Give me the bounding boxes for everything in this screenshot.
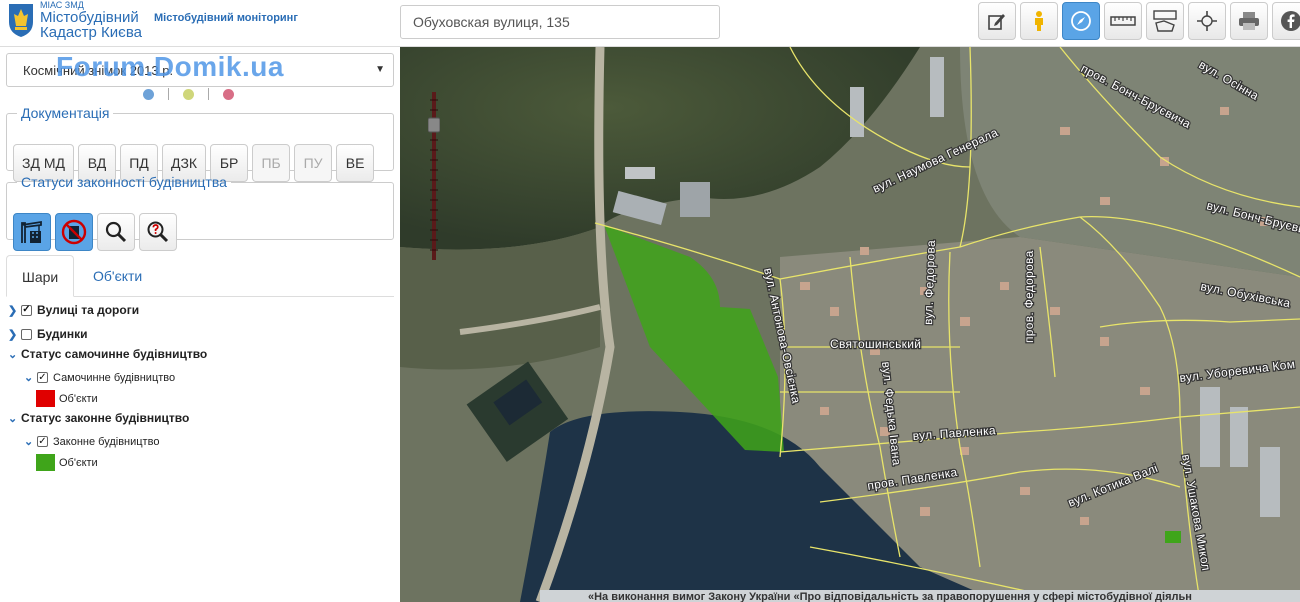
layer-label-legal: Законне будівництво [53,435,160,448]
header: МІАС ЗМД Містобудівний Кадастр Києва Міс… [0,0,1300,47]
search-construction-button[interactable] [97,213,135,251]
person-icon [1035,11,1043,31]
chevron-down-icon: ▼ [375,64,385,75]
legal-parcel-small[interactable] [1165,531,1181,543]
legend-row-legal-objects: Об'єкти [36,454,98,471]
tab-objects[interactable]: Об'єкти [78,255,157,297]
print-icon [1239,12,1259,30]
brand-line-2: Кадастр Києва [40,24,142,41]
layer-row-buildings: ❯ Будинки [8,327,87,341]
measure-distance-button[interactable] [1104,2,1142,40]
documentation-legend: Документація [21,105,110,121]
basemap-dot-red[interactable] [223,88,234,100]
divider [208,88,209,100]
chevron-down-icon[interactable]: ⌄ [8,412,18,425]
facebook-share-button[interactable] [1272,2,1300,40]
satellite-map[interactable]: вул. Наумова Генерала пров. Бонч-Бруєвич… [400,47,1300,602]
legend-label-illegal-objects: Об'єкти [59,392,98,405]
legend-label-legal-objects: Об'єкти [59,456,98,469]
map-canvas[interactable]: вул. Наумова Генерала пров. Бонч-Бруєвич… [400,47,1300,602]
map-toolbar [978,2,1300,40]
layer-row-legal: ⌄ ✓ Законне будівництво [24,435,160,449]
chevron-down-icon[interactable]: ⌄ [24,371,34,384]
layer-label-illegal: Самочинне будівництво [53,371,176,384]
streets-checkbox[interactable]: ✓ [21,304,32,316]
zoom-slider-handle[interactable] [428,117,440,133]
legality-status-group: Статуси законності будівництва [6,174,394,251]
group-label-illegal: Статус самочинне будівництво [21,347,208,361]
buildings-checkbox[interactable] [21,328,32,340]
brand-line-1: Містобудівний [40,9,139,26]
street-view-button[interactable] [1020,2,1058,40]
documentation-group: Документація ЗД МД ВД ПД ДЗК БР ПБ ПУ ВЕ [6,105,394,182]
address-search-input[interactable] [400,5,720,39]
question-magnifier-icon [147,221,169,243]
chevron-right-icon[interactable]: ❯ [8,328,18,341]
legend-swatch-red [36,390,55,407]
illegal-construction-button[interactable] [55,213,93,251]
unknown-status-button[interactable] [139,213,177,251]
legend-swatch-green [36,454,55,471]
facebook-icon [1281,11,1300,31]
basemap-dot-yellow[interactable] [183,88,194,100]
street-label: вул. Федорова [921,240,938,325]
chevron-down-icon[interactable]: ⌄ [8,348,18,361]
legality-legend: Статуси законності будівництва [21,174,227,190]
layer-row-illegal: ⌄ ✓ Самочинне будівництво [24,371,176,385]
legality-buttons [13,213,177,251]
layer-group-illegal: ⌄ Статус самочинне будівництво [8,347,207,361]
brand-subtitle: Містобудівний моніторинг [154,12,298,24]
street-label: пров. Федорова [1022,250,1036,343]
legend-row-illegal-objects: Об'єкти [36,390,98,407]
panel-tabs: Шари Об'єкти [6,255,394,297]
legal-checkbox[interactable]: ✓ [37,436,48,447]
basemap-dot-blue[interactable] [143,88,154,100]
basemap-dots [143,88,234,100]
zoom-slider[interactable] [428,90,440,262]
navigation-button[interactable] [1062,2,1100,40]
layer-label-streets: Вулиці та дороги [37,303,140,317]
edit-icon [988,14,1005,30]
roof-2 [680,182,710,217]
compass-icon [1071,11,1091,31]
brand-title: Містобудівний Кадастр Києва [40,10,142,40]
chevron-right-icon[interactable]: ❯ [8,304,18,317]
street-label: Святошинський [830,337,921,351]
roof-3 [625,167,655,179]
group-label-legal: Статус законне будівництво [21,411,190,425]
ruler-icon [1110,16,1136,26]
kyiv-coat-of-arms-logo[interactable] [6,2,36,38]
print-button[interactable] [1230,2,1268,40]
tab-layers[interactable]: Шари [6,255,75,297]
full-extent-button[interactable] [1188,2,1226,40]
crosshair-icon [1197,11,1217,31]
divider [168,88,169,100]
no-building-icon [61,219,87,245]
chevron-down-icon[interactable]: ⌄ [24,435,34,448]
edit-button[interactable] [978,2,1016,40]
layer-group-legal: ⌄ Статус законне будівництво [8,411,189,425]
legal-notice-banner: «На виконання вимог Закону України «Про … [540,590,1300,602]
legal-construction-button[interactable] [13,213,51,251]
layer-label-buildings: Будинки [37,327,88,341]
left-panel: Космічний знімок 2013 р. ▼ Forum.Domik.u… [0,47,400,602]
watermark: Forum.Domik.ua [56,51,284,82]
measure-area-button[interactable] [1146,2,1184,40]
area-measure-icon [1153,10,1177,32]
magnifier-icon [105,221,127,243]
layer-row-streets: ❯ ✓ Вулиці та дороги [8,303,139,317]
illegal-checkbox[interactable]: ✓ [37,372,48,383]
crane-icon [21,220,42,243]
